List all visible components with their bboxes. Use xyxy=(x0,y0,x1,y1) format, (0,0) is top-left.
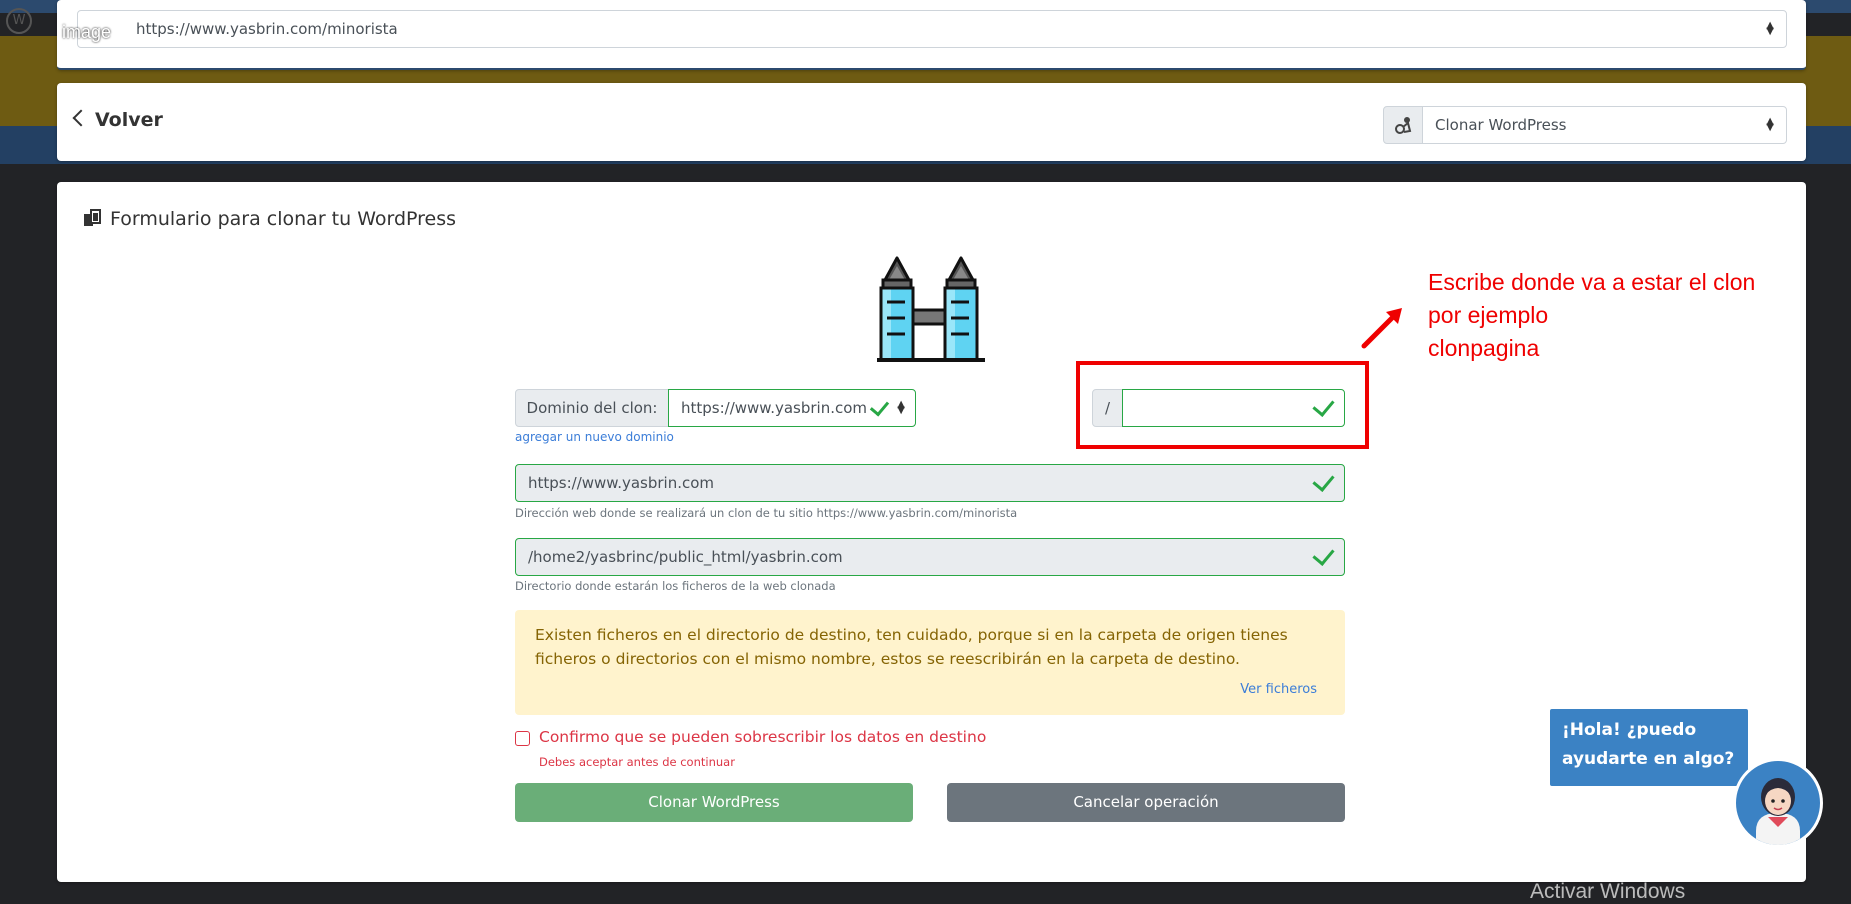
directory-field: /home2/yasbrinc/public_html/yasbrin.com xyxy=(515,538,1345,576)
site-selector-card: https://www.yasbrin.com/minorista ▲ ▼ ima… xyxy=(57,0,1806,70)
web-url-help: Dirección web donde se realizará un clon… xyxy=(515,506,1018,520)
chat-bubble[interactable]: ¡Hola! ¿puedo ayudarte en algo? xyxy=(1548,707,1750,788)
binoculars-icon xyxy=(877,256,985,362)
select-caret-icon: ▲ ▼ xyxy=(897,399,905,416)
copy-documents-icon xyxy=(84,209,104,227)
web-url-field: https://www.yasbrin.com xyxy=(515,464,1345,502)
clone-wordpress-button[interactable]: Clonar WordPress xyxy=(515,783,913,822)
domain-select-value: https://www.yasbrin.com xyxy=(681,399,868,417)
form-title-text: Formulario para clonar tu WordPress xyxy=(110,208,457,230)
annotation-line-3: clonpagina xyxy=(1428,335,1540,361)
confirm-error-message: Debes aceptar antes de continuar xyxy=(539,755,735,769)
select-caret-icon: ▲ ▼ xyxy=(1766,20,1774,37)
directory-help: Directorio donde estarán los ficheros de… xyxy=(515,579,836,593)
chevron-left-icon xyxy=(72,109,90,127)
select-caret-icon: ▲ ▼ xyxy=(1766,116,1774,133)
action-select[interactable]: Clonar WordPress ▲ ▼ xyxy=(1422,106,1787,144)
web-url-value: https://www.yasbrin.com xyxy=(528,474,715,492)
domain-label: Dominio del clon: xyxy=(515,389,669,427)
image-overlay-label: image xyxy=(62,22,112,42)
wordpress-logo-icon: W xyxy=(6,8,32,34)
annotation-line-1: Escribe donde va a estar el clon xyxy=(1428,269,1756,295)
directory-value: /home2/yasbrinc/public_html/yasbrin.com xyxy=(528,548,843,566)
chat-line-1: ¡Hola! ¿puedo xyxy=(1562,720,1697,740)
support-agent-avatar-icon xyxy=(1756,778,1800,845)
annotation-highlight-box xyxy=(1076,361,1369,449)
domain-select[interactable]: https://www.yasbrin.com ▲ ▼ xyxy=(668,389,916,427)
back-label: Volver xyxy=(95,109,163,131)
wordpress-tool-icon xyxy=(1395,117,1412,134)
annotation-text: Escribe donde va a estar el clon por eje… xyxy=(1428,266,1755,365)
add-domain-link[interactable]: agregar un nuevo dominio xyxy=(515,430,674,444)
checkmark-icon xyxy=(1312,469,1335,492)
annotation-arrow-icon xyxy=(1361,308,1402,349)
navigation-card: Volver Clonar WordPress ▲ ▼ xyxy=(57,83,1806,161)
action-select-group: Clonar WordPress ▲ ▼ xyxy=(1383,106,1787,144)
view-files-link[interactable]: Ver ficheros xyxy=(1240,678,1317,702)
windows-activation-watermark: Activar Windows xyxy=(1530,880,1686,903)
chat-line-2: ayudarte en algo? xyxy=(1562,749,1735,769)
cancel-operation-button[interactable]: Cancelar operación xyxy=(947,783,1345,822)
alert-text: Existen ficheros en el directorio de des… xyxy=(535,626,1288,668)
domain-input-group: Dominio del clon: https://www.yasbrin.co… xyxy=(515,389,916,427)
chat-avatar[interactable] xyxy=(1733,758,1823,848)
form-title: Formulario para clonar tu WordPress xyxy=(84,208,456,230)
action-addon xyxy=(1383,106,1423,144)
action-select-value: Clonar WordPress xyxy=(1435,116,1567,134)
overwrite-warning-alert: Existen ficheros en el directorio de des… xyxy=(515,610,1345,715)
checkmark-icon xyxy=(1312,543,1335,566)
site-url-value: https://www.yasbrin.com/minorista xyxy=(136,20,398,38)
back-button[interactable]: Volver xyxy=(72,109,163,131)
annotation-line-2: por ejemplo xyxy=(1428,302,1549,328)
confirm-overwrite-checkbox[interactable] xyxy=(515,731,530,746)
confirm-overwrite-label[interactable]: Confirmo que se pueden sobrescribir los … xyxy=(539,728,986,746)
site-url-select[interactable]: https://www.yasbrin.com/minorista ▲ ▼ xyxy=(77,10,1787,48)
checkmark-icon xyxy=(869,396,890,417)
